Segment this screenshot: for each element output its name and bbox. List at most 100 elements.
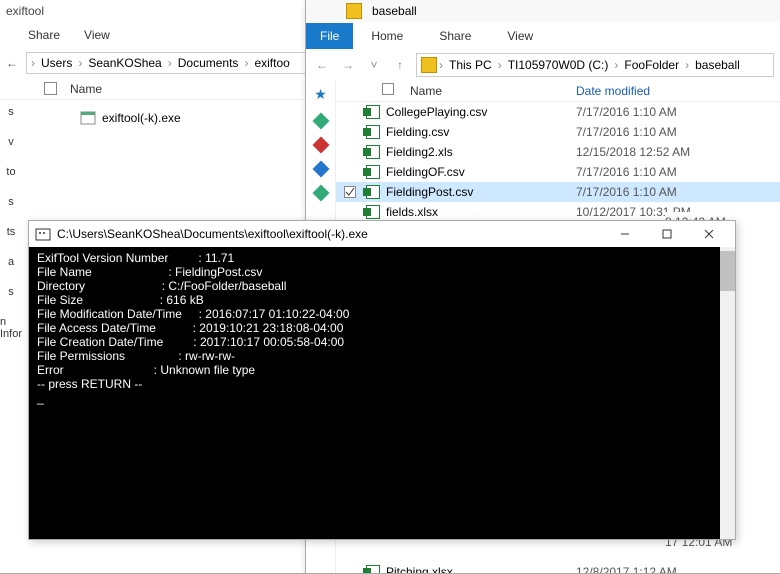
ribbon: File Home Share View (306, 22, 780, 50)
excel-icon (366, 565, 380, 573)
file-name: exiftool(-k).exe (102, 111, 181, 125)
column-header-date[interactable]: Date modified (576, 84, 780, 98)
list-item[interactable]: Fielding.csv7/17/2016 1:10 AM (336, 122, 780, 142)
excel-icon (366, 205, 380, 219)
excel-icon (366, 185, 380, 199)
file-date: 12/8/2017 1:12 AM (576, 565, 780, 573)
excel-icon (366, 145, 380, 159)
maximize-button[interactable] (647, 223, 687, 245)
strip-label: ts (7, 226, 16, 238)
ribbon-tab-share[interactable]: Share (421, 23, 489, 49)
scrollbar[interactable] (720, 247, 735, 539)
column-header-name[interactable]: Name (70, 82, 314, 96)
star-icon[interactable]: ★ (314, 86, 327, 103)
strip-label: v (8, 136, 14, 148)
ribbon-tab-file[interactable]: File (306, 23, 353, 49)
breadcrumb-segment[interactable]: FooFolder (620, 58, 683, 72)
breadcrumb-segment[interactable]: Documents (174, 56, 243, 70)
chevron-right-icon: › (78, 56, 82, 70)
minimize-button[interactable] (605, 223, 645, 245)
strip-label: n Infor (0, 316, 22, 340)
quick-access-strip: s v to s ts a s n Infor (0, 100, 22, 540)
chevron-right-icon: › (244, 56, 248, 70)
list-item[interactable]: Fielding2.xls12/15/2018 12:52 AM (336, 142, 780, 162)
window-title: exiftool (0, 0, 314, 22)
nav-back-icon[interactable]: ← (312, 58, 332, 72)
pin-icon (312, 185, 329, 202)
ribbon-tab-home[interactable]: Home (353, 23, 421, 49)
nav-back-icon[interactable]: ← (6, 56, 18, 70)
ribbon-tab-view[interactable]: View (84, 28, 110, 42)
select-all-checkbox[interactable] (382, 83, 394, 95)
breadcrumb-segment[interactable]: SeanKOShea (84, 56, 165, 70)
breadcrumb[interactable]: › Users › SeanKOShea › Documents › exift… (26, 52, 308, 74)
file-name: Pitching.xlsx (382, 565, 576, 573)
breadcrumb[interactable]: › This PC › TI105970W0D (C:) › FooFolder… (416, 53, 774, 77)
app-icon (35, 226, 51, 242)
address-bar: ← › Users › SeanKOShea › Documents › exi… (0, 48, 314, 78)
column-headers: Name Date modified (336, 80, 780, 102)
file-date: 12/15/2018 12:52 AM (576, 145, 780, 159)
list-item[interactable]: Pitching.xlsx 12/8/2017 1:12 AM (336, 562, 780, 573)
title-tab-bar: baseball (306, 0, 780, 22)
row-checkbox[interactable] (344, 186, 356, 198)
file-date: 7/17/2016 1:10 AM (576, 185, 780, 199)
file-list: CollegePlaying.csv7/17/2016 1:10 AMField… (336, 102, 780, 222)
chevron-right-icon: › (168, 56, 172, 70)
excel-icon (366, 105, 380, 119)
titlebar: C:\Users\SeanKOShea\Documents\exiftool\e… (29, 221, 735, 247)
strip-label: s (8, 286, 14, 298)
chevron-right-icon: › (439, 58, 443, 72)
ribbon-tab-share[interactable]: Share (28, 28, 60, 42)
chevron-right-icon: › (498, 58, 502, 72)
window-title: C:\Users\SeanKOShea\Documents\exiftool\e… (57, 227, 599, 241)
list-item[interactable]: FieldingPost.csv7/17/2016 1:10 AM (336, 182, 780, 202)
chevron-right-icon: › (685, 58, 689, 72)
file-name: Fielding2.xls (382, 145, 576, 159)
address-bar: ← → ˅ ↑ › This PC › TI105970W0D (C:) › F… (306, 50, 780, 80)
file-name: CollegePlaying.csv (382, 105, 576, 119)
select-all-checkbox[interactable] (44, 82, 57, 95)
title-text: exiftool (6, 4, 44, 18)
drive-icon (421, 57, 437, 73)
excel-icon (366, 165, 380, 179)
list-item[interactable]: exiftool(-k).exe (80, 108, 314, 128)
chevron-right-icon: › (614, 58, 618, 72)
file-date: 7/17/2016 1:10 AM (576, 125, 780, 139)
column-header-name[interactable]: Name (410, 84, 442, 98)
ribbon: Share View (0, 22, 314, 48)
pin-icon (312, 137, 329, 154)
pin-icon (312, 113, 329, 130)
scrollbar-thumb[interactable] (720, 251, 735, 291)
chevron-down-icon[interactable]: ˅ (364, 58, 384, 72)
file-name: fields.xlsx (382, 205, 576, 219)
ribbon-tab-view[interactable]: View (489, 23, 551, 49)
strip-label: to (6, 166, 15, 178)
breadcrumb-segment[interactable]: baseball (691, 58, 744, 72)
folder-icon (346, 3, 362, 19)
strip-label: a (8, 256, 14, 268)
chevron-right-icon: › (31, 56, 35, 70)
terminal-output[interactable]: ExifTool Version Number : 11.71 File Nam… (29, 247, 735, 539)
list-item[interactable]: CollegePlaying.csv7/17/2016 1:10 AM (336, 102, 780, 122)
breadcrumb-segment[interactable]: TI105970W0D (C:) (504, 58, 613, 72)
breadcrumb-segment[interactable]: exiftoo (250, 56, 293, 70)
strip-label: s (8, 196, 14, 208)
close-button[interactable] (689, 223, 729, 245)
strip-label: s (8, 106, 14, 118)
file-date: 7/17/2016 1:10 AM (576, 165, 780, 179)
file-date: 7/17/2016 1:10 AM (576, 105, 780, 119)
list-item[interactable]: FieldingOF.csv7/17/2016 1:10 AM (336, 162, 780, 182)
window-title: baseball (372, 4, 417, 18)
nav-up-icon[interactable]: ↑ (390, 58, 410, 72)
console-window: C:\Users\SeanKOShea\Documents\exiftool\e… (28, 220, 736, 540)
breadcrumb-segment[interactable]: Users (37, 56, 76, 70)
pin-icon (312, 161, 329, 178)
column-headers: Name (0, 78, 314, 100)
excel-icon (366, 125, 380, 139)
file-name: FieldingOF.csv (382, 165, 576, 179)
file-name: FieldingPost.csv (382, 185, 576, 199)
exe-icon (80, 110, 96, 126)
breadcrumb-segment[interactable]: This PC (445, 58, 496, 72)
nav-forward-icon[interactable]: → (338, 58, 358, 72)
